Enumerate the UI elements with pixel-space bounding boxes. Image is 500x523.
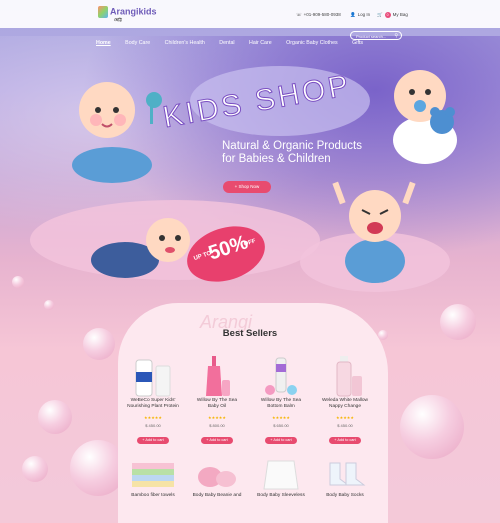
main-nav: Home Body Care Children's Health Dental …	[96, 31, 373, 46]
product-image[interactable]	[184, 354, 250, 398]
product-name-line2: Nappy Change	[328, 404, 361, 409]
phone-number: +01-909-580-0938	[303, 12, 341, 17]
login-link[interactable]: 👤 Log In	[350, 12, 370, 18]
shop-now-button[interactable]: + Shop Now	[223, 181, 271, 193]
logo-text: Arangikids	[110, 6, 157, 17]
product-card[interactable]: Weleda White Mallow Nappy Change ★★★★★ $ …	[312, 354, 378, 446]
nav-item-hair-care[interactable]: Hair Care	[249, 40, 272, 46]
product-name[interactable]: Body Baby Beanie and	[184, 493, 250, 498]
product-name-line2: Baby Oil	[207, 404, 227, 409]
baby-crying-illustration	[332, 181, 416, 283]
phone[interactable]: ☏ +01-909-580-0938	[296, 12, 341, 18]
bubble	[22, 456, 48, 482]
product-image[interactable]	[312, 354, 378, 398]
product-name[interactable]: Body Baby Socks	[312, 493, 378, 498]
product-price: $ 450.00	[145, 423, 161, 428]
top-bar: Arangikids ছোট্ট ☏ +01-909-580-0938 👤 Log I…	[0, 0, 500, 28]
product-name[interactable]: Willow By The Sea Baby Oil	[184, 398, 250, 411]
product-card[interactable]: Willow By The Sea Bottom Balm ★★★★★ $ 650…	[248, 354, 314, 446]
product-name[interactable]: Body Baby Sleeveless	[248, 493, 314, 498]
search-input[interactable]: Product search... ⚲	[350, 31, 402, 40]
logo-icon	[98, 6, 108, 18]
product-price: $ 650.00	[273, 423, 289, 428]
product-image[interactable]	[248, 354, 314, 398]
nav-item-body-care[interactable]: Body Care	[125, 40, 150, 46]
login-label: Log In	[357, 12, 371, 17]
nav-item-home[interactable]: Home	[96, 40, 111, 46]
product-name[interactable]: Weleda White Mallow Nappy Change	[312, 398, 378, 411]
add-to-cart-button[interactable]: + Add to cart	[265, 437, 297, 444]
add-to-cart-button[interactable]: + Add to cart	[201, 437, 233, 444]
best-sellers-title: Best Sellers	[222, 328, 278, 339]
bag-link[interactable]: 🛒 0 My Bag	[377, 12, 408, 18]
product-card[interactable]: Willow By The Sea Baby Oil ★★★★★ $ 800.00…	[184, 354, 250, 446]
bubble	[12, 276, 24, 288]
phone-icon: ☏	[296, 12, 302, 17]
baby-teddy-illustration	[393, 70, 457, 164]
product-price: $ 450.00	[337, 423, 353, 428]
product-name-line2: Nourishing Plant Protein	[127, 404, 179, 409]
bag-label: My Bag	[392, 12, 408, 17]
search-placeholder: Product search...	[356, 34, 387, 39]
add-to-cart-button[interactable]: + Add to cart	[137, 437, 169, 444]
bubble	[400, 395, 464, 459]
product-image[interactable]	[120, 354, 186, 398]
product-image-graphic	[336, 356, 362, 397]
bag-icon: 🛒	[377, 12, 383, 17]
rating-stars: ★★★★★	[336, 415, 354, 420]
bubble	[38, 400, 72, 434]
product-image[interactable]	[256, 455, 306, 491]
product-name-line2: Bottom Balm	[267, 404, 295, 409]
hero-headline-line2: for Babies & Children	[222, 153, 331, 165]
baby-rattle-illustration	[72, 82, 162, 183]
bag-count-badge: 0	[384, 12, 391, 18]
hero-headline: Natural & Organic Products for Babies & C…	[222, 140, 402, 166]
product-name[interactable]: WeBeCo Super Kids' Nourishing Plant Prote…	[120, 398, 186, 411]
nav-item-childrens-health[interactable]: Children's Health	[165, 40, 205, 46]
product-image-graphic	[265, 357, 297, 395]
bubble	[44, 300, 54, 310]
logo[interactable]: Arangikids ছোট্ট	[98, 6, 157, 22]
user-icon: 👤	[350, 12, 356, 17]
product-image[interactable]	[192, 455, 242, 491]
nav-item-organic-baby-clothes[interactable]: Organic Baby Clothes	[286, 40, 338, 46]
nav-item-dental[interactable]: Dental	[219, 40, 234, 46]
product-image-graphic	[135, 359, 171, 397]
rating-stars: ★★★★★	[144, 415, 162, 420]
promo-percent: 50%	[205, 231, 251, 265]
product-image[interactable]	[320, 455, 370, 491]
rating-stars: ★★★★★	[272, 415, 290, 420]
hero-headline-line1: Natural & Organic Products	[222, 140, 362, 152]
rating-stars: ★★★★★	[208, 415, 226, 420]
search-icon[interactable]: ⚲	[394, 32, 398, 41]
baby-crawling-illustration	[91, 218, 190, 278]
product-image-graphic	[206, 356, 230, 396]
logo-sub: ছোট্ট	[114, 17, 122, 22]
product-name[interactable]: Willow By The Sea Bottom Balm	[248, 398, 314, 411]
product-image[interactable]	[128, 455, 178, 491]
product-name[interactable]: Bamboo fiber towels	[120, 493, 186, 498]
add-to-cart-button[interactable]: + Add to cart	[329, 437, 361, 444]
product-card[interactable]: WeBeCo Super Kids' Nourishing Plant Prote…	[120, 354, 186, 446]
product-price: $ 800.00	[209, 423, 225, 428]
